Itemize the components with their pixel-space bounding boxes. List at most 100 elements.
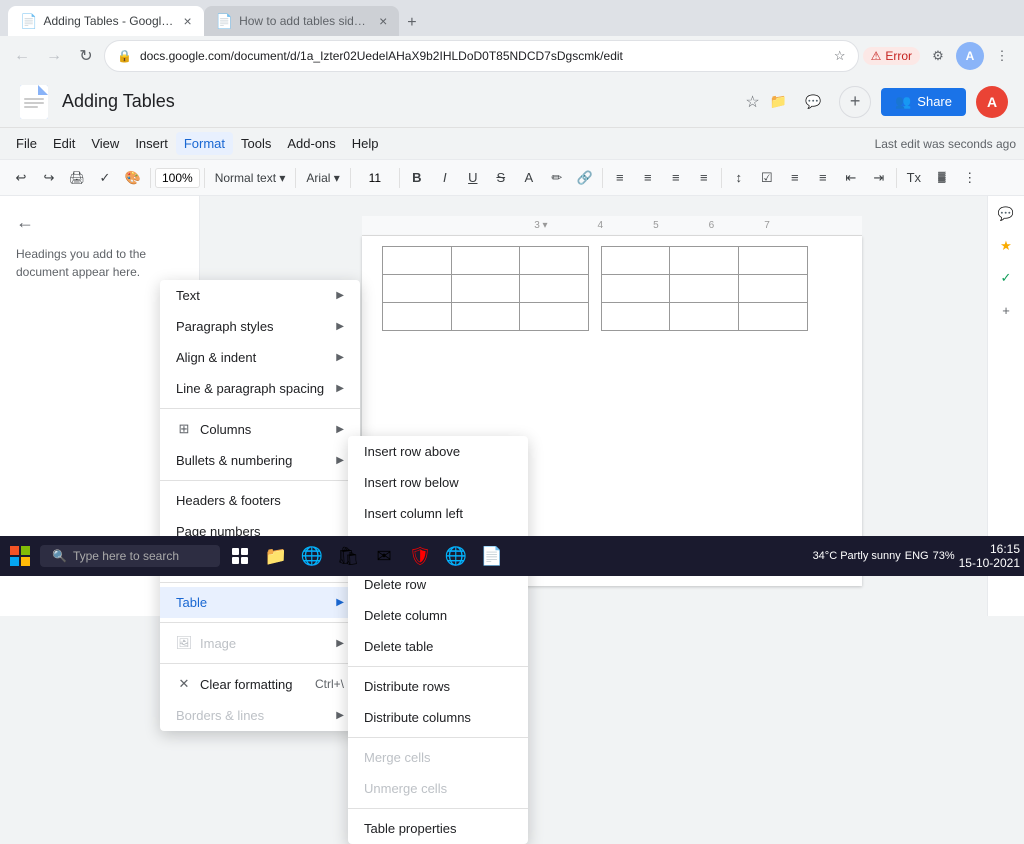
share-button[interactable]: 👥 Share: [881, 88, 966, 116]
format-headers-item[interactable]: Headers & footers: [160, 485, 360, 516]
clear-format-button[interactable]: Tx: [901, 165, 927, 191]
expand-toolbar-button[interactable]: ⋮: [957, 165, 983, 191]
print-button[interactable]: 🖨: [64, 165, 90, 191]
task-view-button[interactable]: [224, 540, 256, 572]
align-justify-button[interactable]: ≡: [691, 165, 717, 191]
format-table-item[interactable]: Table ▶: [160, 587, 360, 618]
table-delete-table[interactable]: Delete table: [348, 631, 528, 662]
format-clearformat-shortcut: Ctrl+\: [315, 677, 344, 691]
format-align-item[interactable]: Align & indent ▶: [160, 342, 360, 373]
menu-button[interactable]: ⋮: [988, 42, 1016, 70]
table-row: [520, 303, 589, 331]
edge-button[interactable]: 🌐: [296, 540, 328, 572]
tab-2[interactable]: 📄 How to add tables side by side ... ×: [204, 6, 400, 36]
zoom-select[interactable]: 100%: [155, 168, 200, 188]
undo-button[interactable]: ↩: [8, 165, 34, 191]
format-bullets-item[interactable]: Bullets & numbering ▶: [160, 445, 360, 476]
docs-button[interactable]: 📄: [476, 540, 508, 572]
tab-2-close[interactable]: ×: [379, 13, 387, 29]
user-avatar[interactable]: A: [976, 86, 1008, 118]
store-button[interactable]: 🛍: [332, 540, 364, 572]
indent-increase-button[interactable]: ⇥: [866, 165, 892, 191]
menu-help[interactable]: Help: [344, 132, 387, 155]
table-distribute-cols-label: Distribute columns: [364, 710, 471, 725]
font-select[interactable]: Arial ▾: [300, 165, 345, 191]
highlight-button[interactable]: ✏: [544, 165, 570, 191]
menu-file[interactable]: File: [8, 132, 45, 155]
back-button[interactable]: ←: [8, 42, 36, 70]
align-left-button[interactable]: ≡: [607, 165, 633, 191]
link-button[interactable]: 🔗: [572, 165, 598, 191]
table-delete-col[interactable]: Delete column: [348, 600, 528, 631]
italic-button[interactable]: I: [432, 165, 458, 191]
indent-decrease-button[interactable]: ⇤: [838, 165, 864, 191]
format-spacing-item[interactable]: Line & paragraph spacing ▶: [160, 373, 360, 404]
panel-check-icon[interactable]: ✓: [992, 264, 1020, 292]
menu-view[interactable]: View: [83, 132, 127, 155]
spellcheck-button[interactable]: ✓: [92, 165, 118, 191]
strikethrough-button[interactable]: S: [488, 165, 514, 191]
error-button[interactable]: ⚠ Error: [863, 47, 920, 65]
star-icon[interactable]: ☆: [834, 48, 846, 64]
tab-1[interactable]: 📄 Adding Tables - Google Docs ×: [8, 6, 204, 36]
address-bar[interactable]: 🔒 docs.google.com/document/d/1a_Izter02U…: [104, 40, 859, 72]
profile-button[interactable]: A: [956, 42, 984, 70]
table-insert-col-left[interactable]: Insert column left: [348, 498, 528, 529]
tab-1-close[interactable]: ×: [183, 13, 191, 29]
text-color-button[interactable]: A: [516, 165, 542, 191]
format-columns-item[interactable]: ⊞ Columns ▶: [160, 413, 360, 445]
forward-button[interactable]: →: [40, 42, 68, 70]
format-text-item[interactable]: Text ▶: [160, 280, 360, 311]
search-box[interactable]: 🔍 Type here to search: [40, 545, 220, 567]
font-size-input[interactable]: 11: [355, 169, 395, 187]
numbered-list-button[interactable]: ≡: [810, 165, 836, 191]
panel-chat-icon[interactable]: 💬: [992, 200, 1020, 228]
extensions-button[interactable]: ⚙: [924, 42, 952, 70]
mail-button[interactable]: ✉: [368, 540, 400, 572]
menu-edit[interactable]: Edit: [45, 132, 83, 155]
panel-star-icon[interactable]: ★: [992, 232, 1020, 260]
chrome-button[interactable]: 🌐: [440, 540, 472, 572]
bold-button[interactable]: B: [404, 165, 430, 191]
doc-title[interactable]: Adding Tables: [62, 91, 735, 112]
file-explorer-button[interactable]: 📁: [260, 540, 292, 572]
checklist-button[interactable]: ☑: [754, 165, 780, 191]
table-row: [383, 303, 452, 331]
format-clearformat-item[interactable]: ✕ Clear formatting Ctrl+\: [160, 668, 360, 700]
table-row: [451, 247, 520, 275]
new-tab-button[interactable]: +: [399, 10, 424, 36]
normal-text-select[interactable]: Normal text ▾: [209, 165, 292, 191]
comment-button[interactable]: 💬: [797, 86, 829, 118]
separator-3: [295, 168, 296, 188]
start-button[interactable]: [4, 540, 36, 572]
menu-insert[interactable]: Insert: [127, 132, 176, 155]
menu-format[interactable]: Format: [176, 132, 233, 155]
table-insert-row-above[interactable]: Insert row above: [348, 436, 528, 467]
line-spacing-button[interactable]: ↕: [726, 165, 752, 191]
format-table-label: Table: [176, 595, 207, 610]
panel-add-icon[interactable]: +: [992, 296, 1020, 324]
underline-button[interactable]: U: [460, 165, 486, 191]
redo-button[interactable]: ↪: [36, 165, 62, 191]
table-insert-row-below[interactable]: Insert row below: [348, 467, 528, 498]
table-distribute-cols[interactable]: Distribute columns: [348, 702, 528, 733]
paint-format-button[interactable]: 🎨: [120, 165, 146, 191]
menu-addons[interactable]: Add-ons: [279, 132, 343, 155]
table-properties[interactable]: Table properties: [348, 813, 528, 844]
table-distribute-rows[interactable]: Distribute rows: [348, 671, 528, 702]
bullet-list-button[interactable]: ≡: [782, 165, 808, 191]
align-right-button[interactable]: ≡: [663, 165, 689, 191]
new-item-button[interactable]: +: [839, 86, 871, 118]
search-placeholder: Type here to search: [73, 549, 179, 563]
reload-button[interactable]: ↻: [72, 42, 100, 70]
table-row: [451, 303, 520, 331]
star-button[interactable]: ☆: [745, 92, 759, 112]
align-center-button[interactable]: ≡: [635, 165, 661, 191]
menu-tools[interactable]: Tools: [233, 132, 279, 155]
move-icon[interactable]: 📁: [770, 93, 787, 110]
format-paragraph-item[interactable]: Paragraph styles ▶: [160, 311, 360, 342]
antivirus-button[interactable]: 🛡: [404, 540, 436, 572]
highlight-color-button[interactable]: ▓: [929, 165, 955, 191]
sidebar-text: Headings you add to the document appear …: [16, 245, 183, 281]
sidebar-back-button[interactable]: ←: [16, 212, 183, 233]
